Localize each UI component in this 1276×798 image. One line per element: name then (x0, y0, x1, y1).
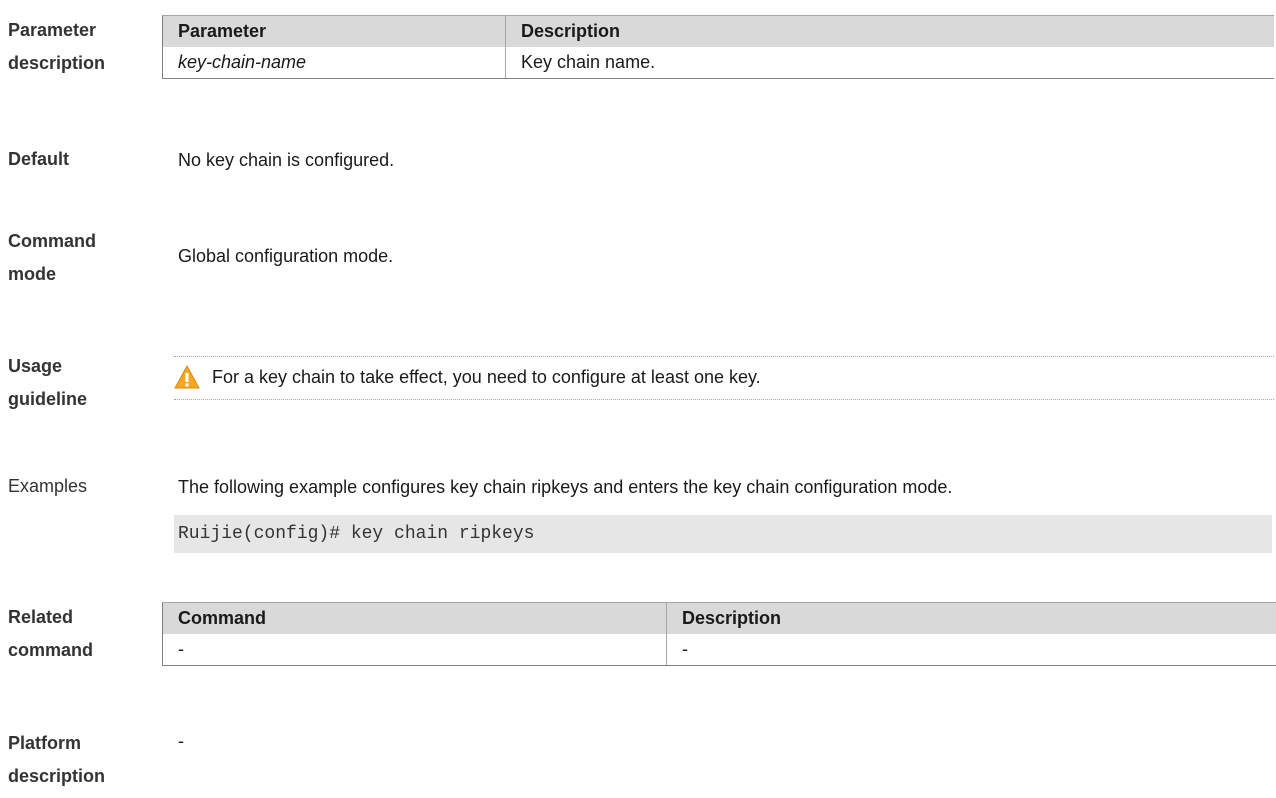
table-header-cell: Command (162, 602, 667, 634)
related-command-table: Command Description - - (162, 602, 1276, 666)
parameter-description-label: Parameter description (8, 14, 105, 80)
label-line: Related (8, 607, 74, 627)
parameter-table: Parameter Description key-chain-name Key… (162, 15, 1274, 79)
related-command-label: Related command (8, 601, 93, 667)
label-line: Examples (8, 476, 88, 496)
table-cell: - (162, 634, 667, 666)
table-row: - - (162, 634, 1276, 666)
command-mode-text: Global configuration mode. (178, 246, 394, 266)
table-cell: - (666, 634, 1276, 666)
label-line: description (8, 53, 106, 73)
label-line: mode (8, 264, 57, 284)
label-line: Command (8, 231, 97, 251)
platform-description-label: Platform description (8, 727, 105, 793)
table-cell: Key chain name. (505, 47, 1274, 79)
label-line: guideline (8, 389, 88, 409)
table-header-row: Command Description (162, 602, 1276, 634)
warning-triangle-icon (174, 365, 200, 389)
warning-note-text: For a key chain to take effect, you need… (212, 367, 761, 387)
label-line: Default (8, 149, 70, 169)
default-label: Default (8, 143, 69, 176)
default-text: No key chain is configured. (178, 150, 395, 170)
label-line: Usage (8, 356, 63, 376)
table-header-cell: Description (666, 602, 1276, 634)
label-line: Parameter (8, 20, 97, 40)
table-row: key-chain-name Key chain name. (162, 47, 1274, 79)
table-header-cell: Parameter (162, 15, 506, 47)
examples-text: The following example configures key cha… (178, 477, 953, 497)
label-line: Platform (8, 733, 82, 753)
table-cell: key-chain-name (162, 47, 506, 79)
platform-description-text: - (178, 731, 184, 751)
code-block: Ruijie(config)# key chain ripkeys (174, 515, 1272, 553)
warning-note: For a key chain to take effect, you need… (174, 356, 1274, 400)
table-header-cell: Description (505, 15, 1274, 47)
usage-guideline-label: Usage guideline (8, 350, 87, 416)
label-line: description (8, 766, 106, 786)
table-header-row: Parameter Description (162, 15, 1274, 47)
code-text: Ruijie(config)# key chain ripkeys (178, 524, 535, 544)
command-mode-label: Command mode (8, 225, 96, 291)
label-line: command (8, 640, 94, 660)
examples-label: Examples (8, 470, 87, 503)
